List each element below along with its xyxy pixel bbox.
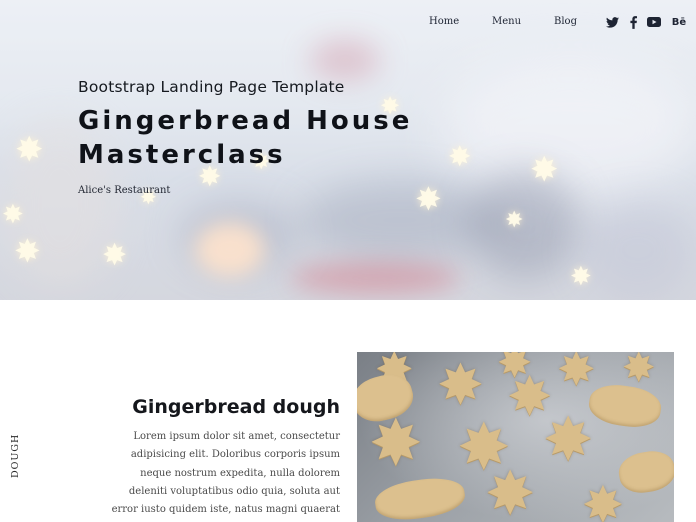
behance-icon[interactable]: Bē [670, 14, 688, 30]
section-side-label: DOUGH [10, 433, 21, 478]
twitter-icon[interactable] [604, 14, 620, 30]
top-nav: Home Menu Blog Bē [0, 14, 696, 34]
nav-home[interactable]: Home [429, 16, 459, 27]
cookies-photo: ✸ ✸ ✸ ✸ ✸ ✸ ✸ ✸ ✸ ✸ ✸ [357, 352, 674, 522]
nav-menu[interactable]: Menu [492, 16, 521, 27]
hero-meta: Alice's Restaurant [78, 185, 171, 196]
cookie-star: ✸ [582, 476, 624, 522]
cookie-star: ✸ [543, 405, 594, 475]
hero-subtitle: Bootstrap Landing Page Template [78, 78, 345, 96]
section-body: Lorem ipsum dolor sit amet, consectetur … [111, 431, 340, 516]
cookie-star: ✸ [485, 459, 536, 522]
section-title: Gingerbread dough [132, 396, 340, 418]
cookie-star: ✸ [437, 353, 484, 418]
youtube-icon[interactable] [646, 14, 662, 30]
hero-banner: ✸ ✸ ✸ ✸ ✸ ✸ ✸ ✸ ✸ ✸ ✸ ✸ ✸ Home Menu Blog… [0, 0, 696, 300]
cookie-star: ✸ [622, 352, 656, 391]
hero-title: Gingerbread House Masterclass [78, 106, 413, 170]
nav-blog[interactable]: Blog [554, 16, 577, 27]
cookie-star: ✸ [369, 407, 423, 481]
facebook-icon[interactable] [628, 14, 638, 30]
cookie-star: ✸ [557, 352, 596, 396]
